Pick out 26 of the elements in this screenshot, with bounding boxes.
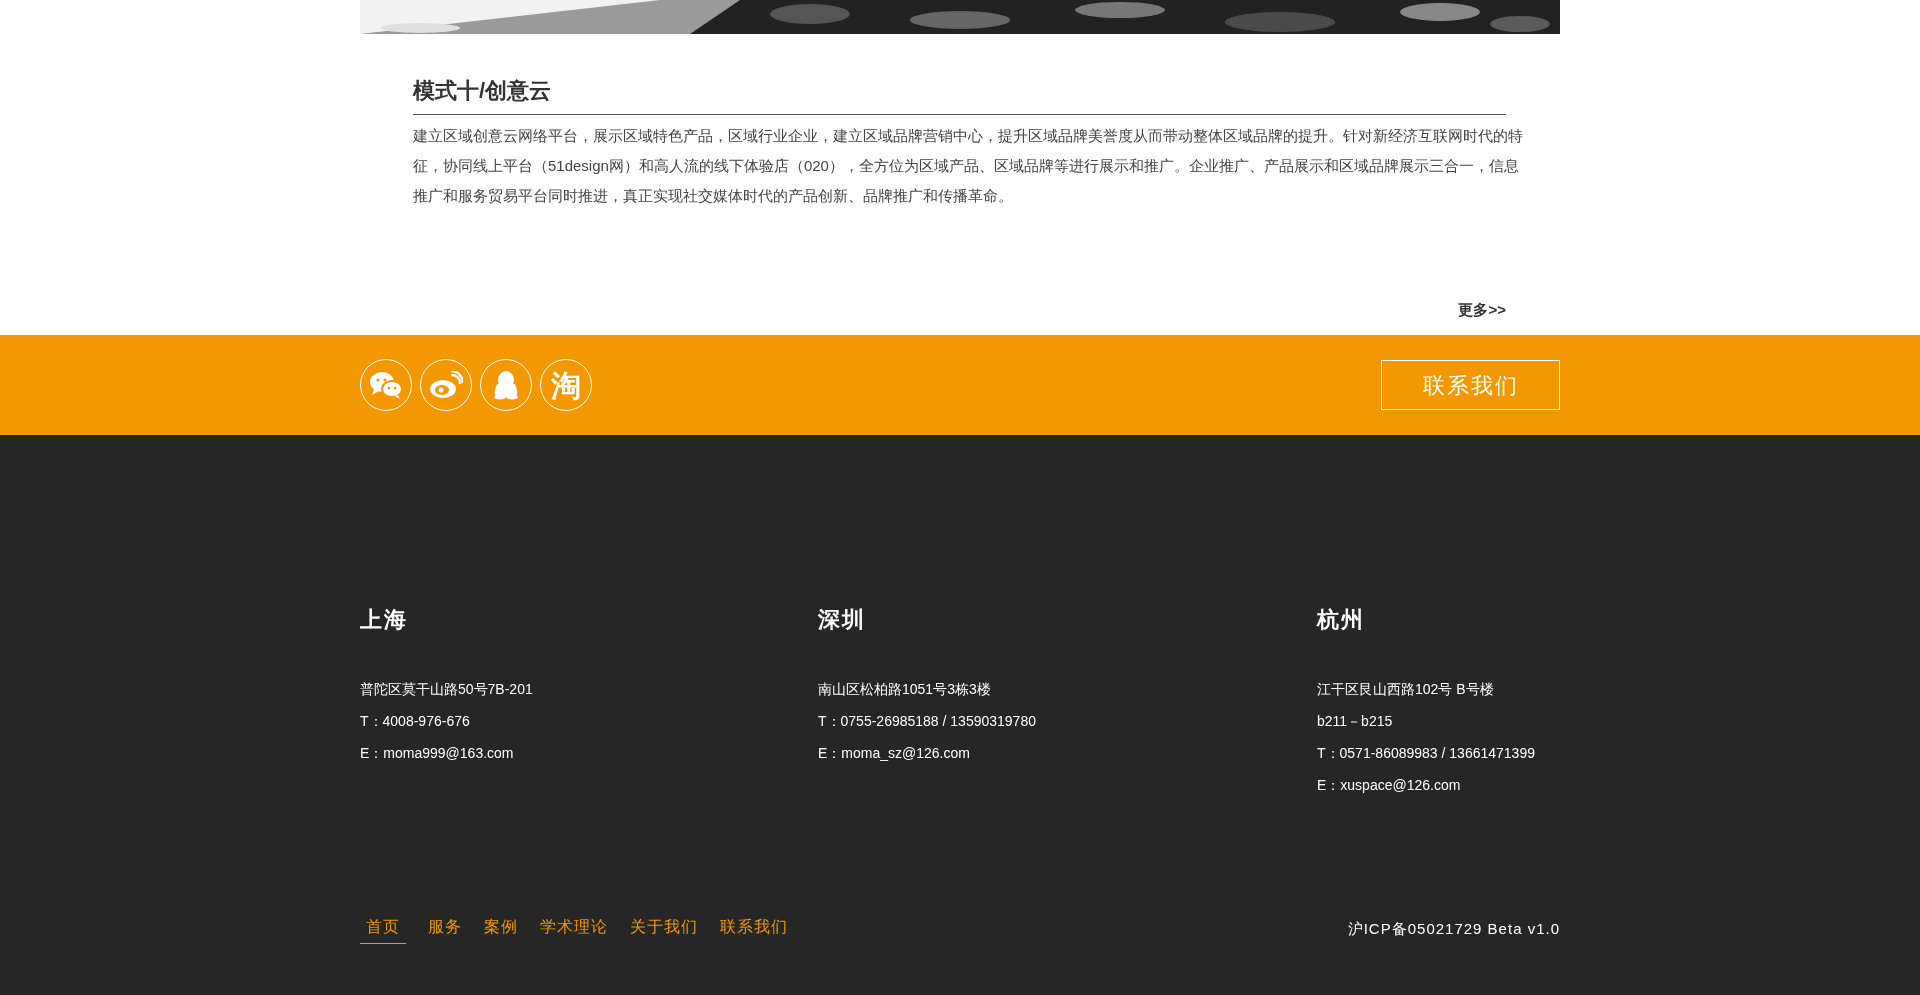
address-line: 普陀区莫干山路50号7B-201 [360, 680, 534, 699]
city-heading: 杭州 [1317, 606, 1366, 634]
section-title: 模式十/创意云 [413, 77, 552, 105]
nav-link[interactable]: 关于我们 [630, 915, 698, 944]
nav-link[interactable]: 联系我们 [720, 915, 788, 944]
address-line: E：moma_sz@126.com [818, 744, 971, 763]
penguin-icon [491, 370, 521, 400]
nav-link[interactable]: 服务 [428, 915, 462, 944]
address-line: 江干区艮山西路102号 B号楼 [1317, 680, 1495, 699]
more-link[interactable]: 更多>> [1458, 298, 1506, 321]
section-paragraph: 建立区域创意云网络平台，展示区域特色产品，区域行业企业，建立区域品牌营销中心，提升区域品牌美誉度从而带动整体区域品牌的提升。针对新经济互联网时代的特征，协同线上平台（51design网）和高人流的线下体验店（020），全方位为区域产品、区域品牌等进行展示和推广。企业推广、产品展示和区域品牌展示三合一，信息推广和服务贸易平台同时推进，真正实现社交媒体时代的产品创新、品牌推广和传播革命。 [413, 126, 1523, 206]
city-heading: 深圳 [818, 606, 867, 634]
address-line: T：0571-86089983 / 13661471399 [1317, 744, 1536, 763]
address-line: T：4008-976-676 [360, 712, 471, 731]
nav-link[interactable]: 首页 [360, 915, 406, 944]
address-line: E：xuspace@126.com [1317, 776, 1462, 795]
city-heading: 上海 [360, 606, 409, 634]
nav-link[interactable]: 案例 [484, 915, 518, 944]
icp-text: 沪ICP备05021729 Beta v1.0 [1347, 919, 1560, 940]
eye-swirl-icon [429, 371, 463, 399]
address-line: T：0755-26985188 / 13590319780 [818, 712, 1037, 731]
nav-link[interactable]: 学术理论 [540, 915, 608, 944]
address-line: b211－b215 [1317, 712, 1394, 731]
address-line: 南山区松柏路1051号3栋3楼 [818, 680, 992, 699]
address-line: E：moma999@163.com [360, 744, 515, 763]
chat-bubbles-icon [369, 371, 403, 399]
